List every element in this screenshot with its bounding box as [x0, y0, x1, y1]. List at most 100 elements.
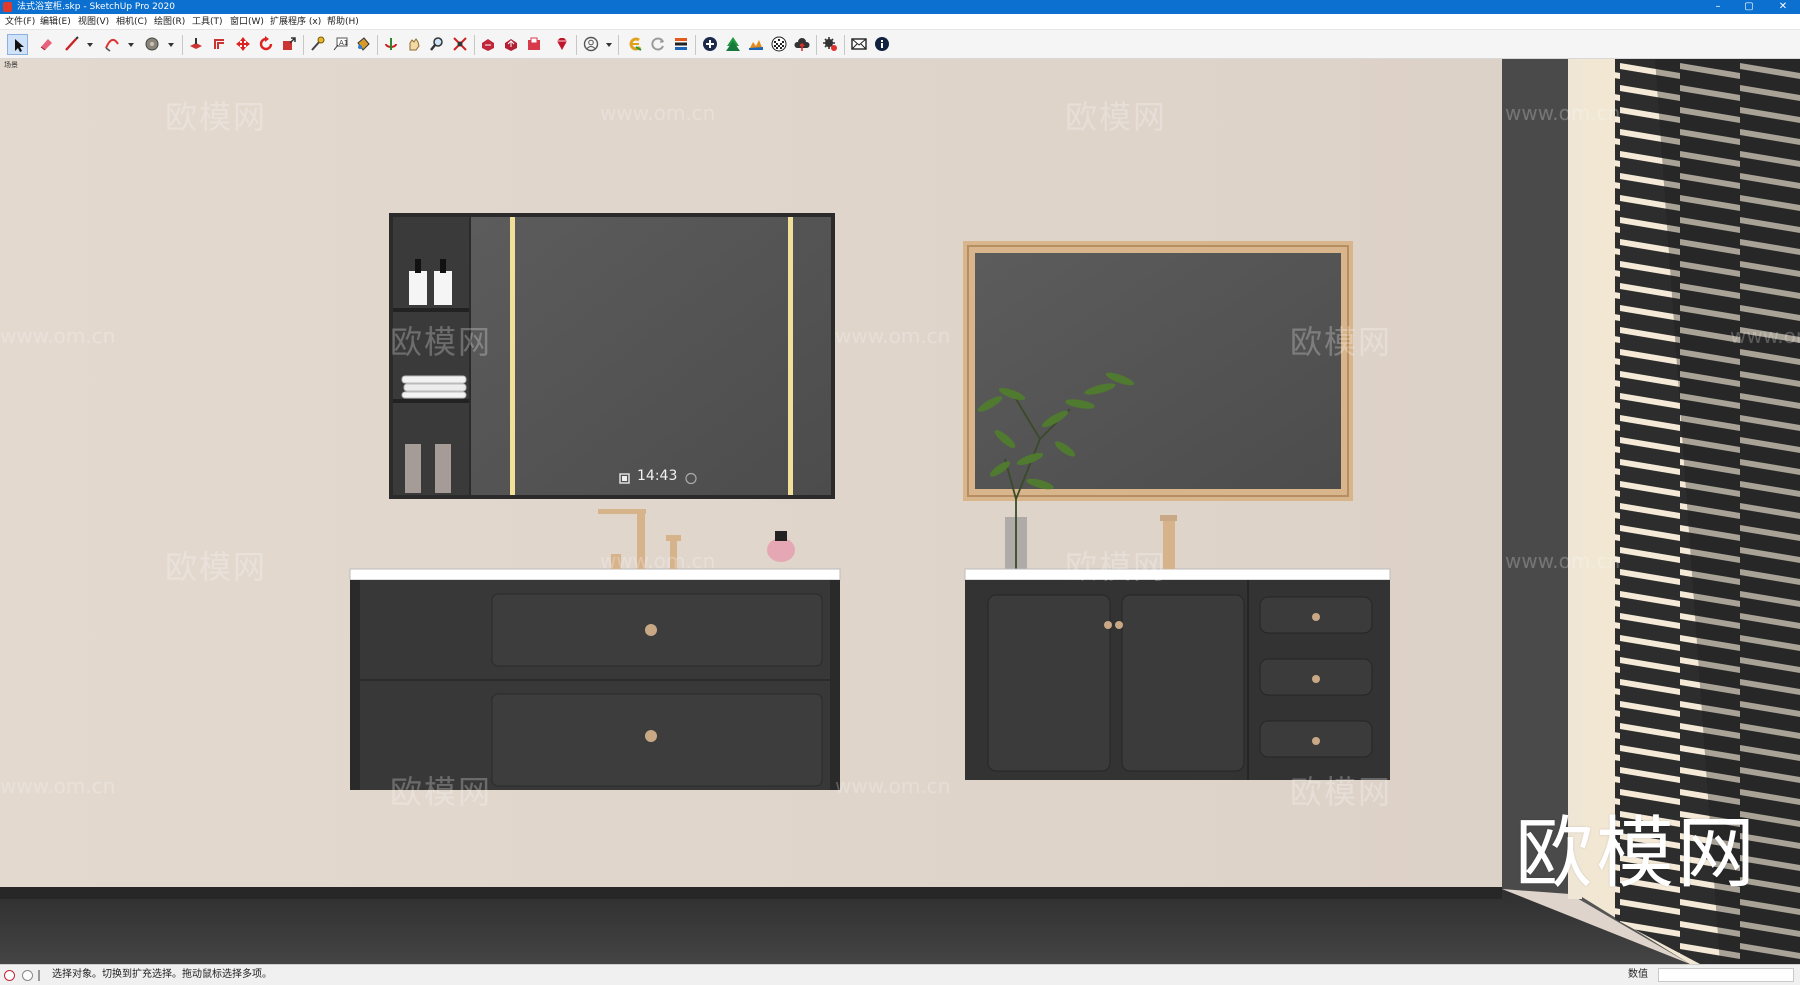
- info-icon[interactable]: [872, 34, 893, 55]
- share-model-icon[interactable]: [501, 34, 522, 55]
- scale-tool-icon[interactable]: [279, 34, 300, 55]
- maximize-button[interactable]: ▢: [1736, 0, 1762, 14]
- side-wall-edge: [1502, 59, 1570, 894]
- watermark-url: www.om.cn: [1505, 549, 1621, 573]
- countertop-left: [349, 568, 841, 581]
- paint-bucket-tool-icon[interactable]: [353, 34, 374, 55]
- zoom-extents-tool-icon[interactable]: [450, 34, 471, 55]
- toolbar-separator: [695, 35, 696, 55]
- title-bar: 法式浴室柜.skp - SketchUp Pro 2020 – ▢ ✕: [0, 0, 1800, 14]
- tree-icon[interactable]: [723, 34, 744, 55]
- model-viewport[interactable]: 场景 欧模网 www.om.cn 欧模网 www.om.cn www.om.cn…: [0, 59, 1800, 964]
- menu-camera[interactable]: 相机(C): [116, 14, 147, 30]
- terrain-icon[interactable]: [746, 34, 767, 55]
- watermark-url: www.om.cn: [0, 774, 116, 798]
- menu-view[interactable]: 视图(V): [78, 14, 109, 30]
- menu-tools[interactable]: 工具(T): [192, 14, 223, 30]
- arc-tool-dropdown[interactable]: [128, 43, 134, 47]
- watermark-url: www.om.cn: [835, 324, 951, 348]
- line-tool-dropdown[interactable]: [87, 43, 93, 47]
- rotate-tool-icon[interactable]: [256, 34, 277, 55]
- toolbar-separator: [844, 35, 845, 55]
- toolbar-separator: [576, 35, 577, 55]
- minimize-button[interactable]: –: [1705, 0, 1731, 14]
- svg-text:A1: A1: [339, 39, 348, 47]
- user-account-icon[interactable]: [581, 34, 602, 55]
- status-message: 选择对象。切换到扩充选择。拖动鼠标选择多项。: [52, 969, 272, 980]
- watermark-text: 欧模网: [165, 548, 268, 586]
- menu-draw[interactable]: 绘图(R): [154, 14, 185, 30]
- mirror-clock: 14:43: [637, 468, 678, 484]
- close-button[interactable]: ✕: [1770, 0, 1796, 14]
- eraser-tool-icon[interactable]: [36, 34, 57, 55]
- tape-measure-tool-icon[interactable]: [307, 34, 328, 55]
- led-strip-right: [788, 217, 793, 495]
- toolbar-separator: [377, 35, 378, 55]
- measurements-input[interactable]: [1658, 968, 1794, 982]
- pan-tool-icon[interactable]: [404, 34, 425, 55]
- drawer-bottom: [491, 693, 823, 787]
- window-title: 法式浴室柜.skp - SketchUp Pro 2020: [17, 2, 175, 12]
- menu-bar: 文件(F) 编辑(E) 视图(V) 相机(C) 绘图(R) 工具(T) 窗口(W…: [0, 14, 1800, 30]
- select-tool-icon[interactable]: [7, 34, 28, 55]
- orbit-tool-icon[interactable]: [381, 34, 402, 55]
- shapes-tool-dropdown[interactable]: [168, 43, 174, 47]
- extension-warehouse-icon[interactable]: [524, 34, 545, 55]
- ruby-console-icon[interactable]: [552, 34, 573, 55]
- watermark-url: www.om.cn: [1730, 324, 1800, 348]
- watermark-url: www.om.cn: [600, 101, 716, 125]
- mirror-glass: [471, 217, 831, 495]
- offset-tool-icon[interactable]: [210, 34, 231, 55]
- line-tool-icon[interactable]: [62, 34, 83, 55]
- cabinet-door-right: [1121, 594, 1245, 772]
- menu-file[interactable]: 文件(F): [5, 14, 35, 30]
- menu-edit[interactable]: 编辑(E): [40, 14, 71, 30]
- add-circle-icon[interactable]: [700, 34, 721, 55]
- floor: [0, 889, 1690, 964]
- soap-bottle: [409, 271, 427, 305]
- big-watermark: 欧模网: [1515, 809, 1759, 899]
- watermark-url: www.om.cn: [1505, 101, 1621, 125]
- watermark-text: 欧模网: [165, 98, 268, 136]
- cup: [435, 444, 451, 493]
- user-account-dropdown[interactable]: [606, 43, 612, 47]
- menu-window[interactable]: 窗口(W): [230, 14, 264, 30]
- cabinet-door-left: [987, 594, 1111, 772]
- status-bar: 选择对象。切换到扩充选择。拖动鼠标选择多项。 数值: [0, 964, 1800, 985]
- watermark-url: www.om.cn: [835, 774, 951, 798]
- layers-stack-icon[interactable]: [671, 34, 692, 55]
- window-frame: [1568, 59, 1582, 899]
- credits-icon[interactable]: [22, 970, 33, 981]
- perfume-bottle: [767, 538, 795, 562]
- menu-extensions[interactable]: 扩展程序 (x): [270, 14, 321, 30]
- arc-tool-icon[interactable]: [102, 34, 123, 55]
- checker-sphere-icon[interactable]: [769, 34, 790, 55]
- watermark-url: www.om.cn: [0, 324, 116, 348]
- push-pull-tool-icon[interactable]: [186, 34, 207, 55]
- settings-icon[interactable]: [820, 34, 841, 55]
- countertop-right: [964, 568, 1391, 581]
- zoom-tool-icon[interactable]: [427, 34, 448, 55]
- geo-location-icon[interactable]: [4, 970, 15, 981]
- watermark-text: 欧模网: [390, 773, 493, 811]
- refresh-icon[interactable]: [648, 34, 669, 55]
- status-divider: [38, 970, 40, 981]
- warehouse-icon[interactable]: [478, 34, 499, 55]
- measurements-label: 数值: [1628, 969, 1648, 980]
- menu-help[interactable]: 帮助(H): [327, 14, 359, 30]
- toolbar-separator: [303, 35, 304, 55]
- towel: [401, 375, 467, 384]
- toolbar-separator: [816, 35, 817, 55]
- shapes-tool-icon[interactable]: [142, 34, 163, 55]
- watermark-text: 欧模网: [390, 323, 493, 361]
- watermark-url: www.om.cn: [600, 549, 716, 573]
- move-tool-icon[interactable]: [233, 34, 254, 55]
- mirror-glass-right: [975, 253, 1341, 489]
- cloud-upload-icon[interactable]: [792, 34, 813, 55]
- watermark-text: 欧模网: [1065, 548, 1168, 586]
- text-tool-icon[interactable]: A1: [330, 34, 351, 55]
- plugin-e-icon[interactable]: [625, 34, 646, 55]
- scene-tab-label[interactable]: 场景: [4, 60, 18, 70]
- toolbar: A1: [0, 30, 1800, 59]
- mail-icon[interactable]: [849, 34, 870, 55]
